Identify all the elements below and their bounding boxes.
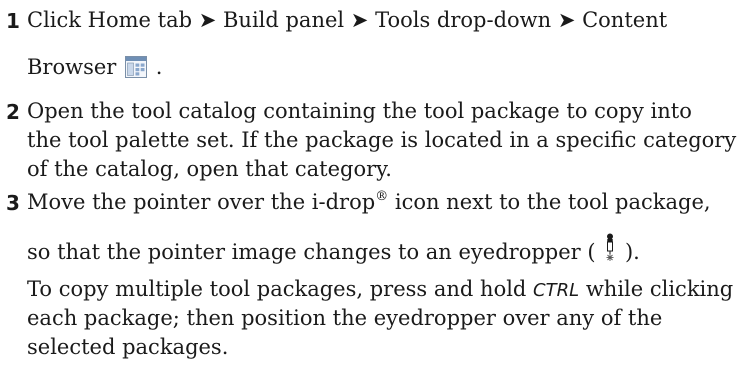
period: . — [155, 55, 163, 79]
step-3-line-2: so that the pointer image changes to an … — [27, 233, 640, 266]
step-3-text-cont: icon next to the tool package, — [388, 190, 711, 214]
step-3-text: Move the pointer over the i-drop — [27, 190, 376, 214]
eyedropper-icon — [602, 233, 618, 263]
step-number: 2 — [6, 100, 20, 124]
step-number: 1 — [6, 9, 20, 33]
step-2-line-2: the tool palette set. If the package is … — [27, 128, 737, 152]
step-1-line-1: Click Home tab ➤ Build panel ➤ Tools dro… — [27, 8, 668, 32]
ctrl-key: CTRL — [533, 280, 580, 301]
content-browser-icon — [125, 56, 148, 78]
note-text: To copy multiple tool packages, press an… — [27, 277, 534, 301]
registered-mark: ® — [375, 189, 389, 204]
step-3-text: so that the pointer image changes to an … — [27, 240, 596, 264]
note-text-cont: while clicking — [579, 277, 734, 301]
step-1-line-2: Browser . — [27, 53, 162, 81]
instruction-document: 1 Click Home tab ➤ Build panel ➤ Tools d… — [0, 0, 755, 378]
step-3-note-line-2: each package; then position the eyedropp… — [27, 306, 663, 330]
step-2-line-1: Open the tool catalog containing the too… — [27, 99, 692, 123]
step-number: 3 — [6, 191, 20, 215]
step-3-line-1: Move the pointer over the i-drop® icon n… — [27, 188, 711, 216]
step-3-note-line-3: selected packages. — [27, 335, 229, 359]
step-3-note-line-1: To copy multiple tool packages, press an… — [27, 275, 733, 305]
step-3-text-close: ). — [624, 240, 640, 264]
step-2-line-3: of the catalog, open that category. — [27, 157, 392, 181]
content-browser-label: Browser — [27, 55, 117, 79]
